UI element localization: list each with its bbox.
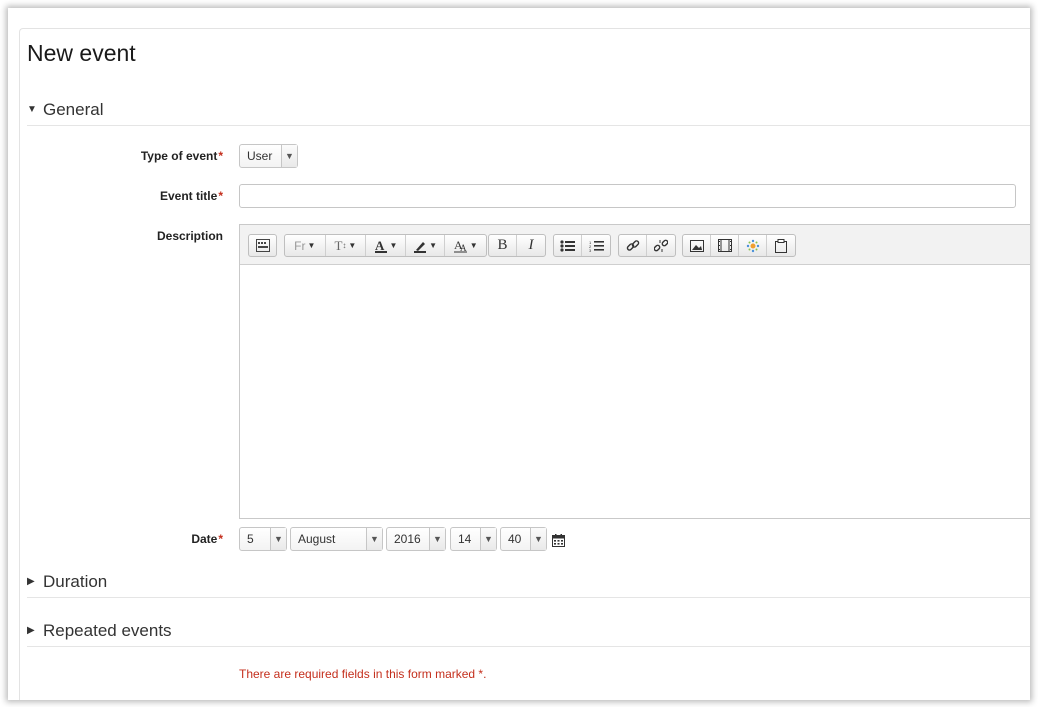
unordered-list-button[interactable] [554,235,582,256]
description-label: Description [156,229,223,243]
section-duration-label: Duration [43,571,108,591]
font-color-button[interactable]: A ▼ [366,235,406,256]
description-editor[interactable]: Fr ▼ T ↕ ▼ A ▼ ▼ A A ▼ B I 1 2 3 [239,224,1030,519]
unlink-icon [654,239,668,252]
font-color-icon: A [374,239,387,253]
chevron-down-icon: ▼ [530,528,546,550]
dropdown-arrow-icon: ▼ [429,241,438,250]
toolbar-group-format: B I [488,234,546,257]
section-repeated-label: Repeated events [43,620,172,640]
required-marker: * [218,189,223,203]
event-title-input[interactable] [239,184,1016,208]
highlighter-icon [414,241,427,253]
bullet-list-icon [560,239,575,252]
section-general-label: General [43,99,104,119]
bold-button[interactable]: B [489,235,517,256]
background-color-button[interactable]: ▼ [406,235,446,256]
paste-button[interactable] [767,235,795,256]
triangle-right-icon: ▶ [27,576,35,587]
editor-toolbar: Fr ▼ T ↕ ▼ A ▼ ▼ A A ▼ B I 1 2 3 [240,225,1030,265]
ordered-list-button[interactable]: 1 2 3 [582,235,610,256]
page-frame: New event ▼ General Type of event* User … [8,8,1030,700]
chevron-down-icon: ▼ [270,528,286,550]
page-title: New event [27,40,136,66]
font-family-button[interactable]: Fr ▼ [285,235,326,256]
text-style-icon: A A [453,239,467,253]
font-size-button[interactable]: T ↕ ▼ [326,235,367,256]
text-style-button[interactable]: A A ▼ [445,235,486,256]
date-day-select[interactable]: 5 ▼ [239,527,287,551]
show-more-buttons[interactable] [249,235,276,256]
keyboard-icon [255,239,270,252]
section-repeated-toggle[interactable]: ▶ Repeated events [27,615,1030,647]
triangle-down-icon: ▼ [27,104,37,115]
required-marker: * [218,149,223,163]
type-of-event-value: User [247,149,273,163]
size-arrows-icon: ↕ [342,241,347,250]
recordrtc-icon [746,239,759,252]
svg-text:3: 3 [589,248,592,252]
section-general-toggle[interactable]: ▼ General [27,94,1030,126]
section-duration-toggle[interactable]: ▶ Duration [27,566,1030,598]
date-hour-select[interactable]: 14 ▼ [450,527,497,551]
image-icon [689,239,704,252]
date-minute-select[interactable]: 40 ▼ [500,527,547,551]
required-fields-note: There are required fields in this form m… [239,667,487,681]
editor-content-area[interactable] [240,265,1030,518]
unlink-button[interactable] [647,235,675,256]
date-year-select[interactable]: 2016 ▼ [386,527,446,551]
date-label: Date* [191,532,223,546]
triangle-right-icon: ▶ [27,625,35,636]
type-of-event-label: Type of event* [140,149,223,163]
toolbar-group-style: Fr ▼ T ↕ ▼ A ▼ ▼ A A ▼ [284,234,487,257]
link-icon [626,239,639,251]
toolbar-group-links [618,234,676,257]
toolbar-group-media [682,234,796,257]
event-title-label: Event title* [159,189,223,203]
chevron-down-icon: ▼ [429,528,445,550]
dropdown-arrow-icon: ▼ [389,241,398,250]
type-of-event-select[interactable]: User ▼ [239,144,298,168]
dropdown-arrow-icon: ▼ [469,241,478,250]
svg-text:A: A [375,239,385,253]
insert-image-button[interactable] [683,235,711,256]
toolbar-group-more [248,234,277,257]
calendar-icon[interactable] [552,534,565,547]
italic-button[interactable]: I [517,235,545,256]
date-month-select[interactable]: August ▼ [290,527,383,551]
clipboard-icon [775,238,787,253]
film-icon [717,239,732,252]
required-marker: * [218,532,223,546]
toolbar-group-lists: 1 2 3 [553,234,611,257]
dropdown-arrow-icon: ▼ [348,241,357,250]
insert-media-button[interactable] [711,235,739,256]
numbered-list-icon: 1 2 3 [589,240,604,252]
chevron-down-icon: ▼ [281,145,297,167]
dropdown-arrow-icon: ▼ [307,241,316,250]
chevron-down-icon: ▼ [480,528,496,550]
link-button[interactable] [619,235,647,256]
chevron-down-icon: ▼ [366,528,382,550]
manage-files-button[interactable] [739,235,767,256]
